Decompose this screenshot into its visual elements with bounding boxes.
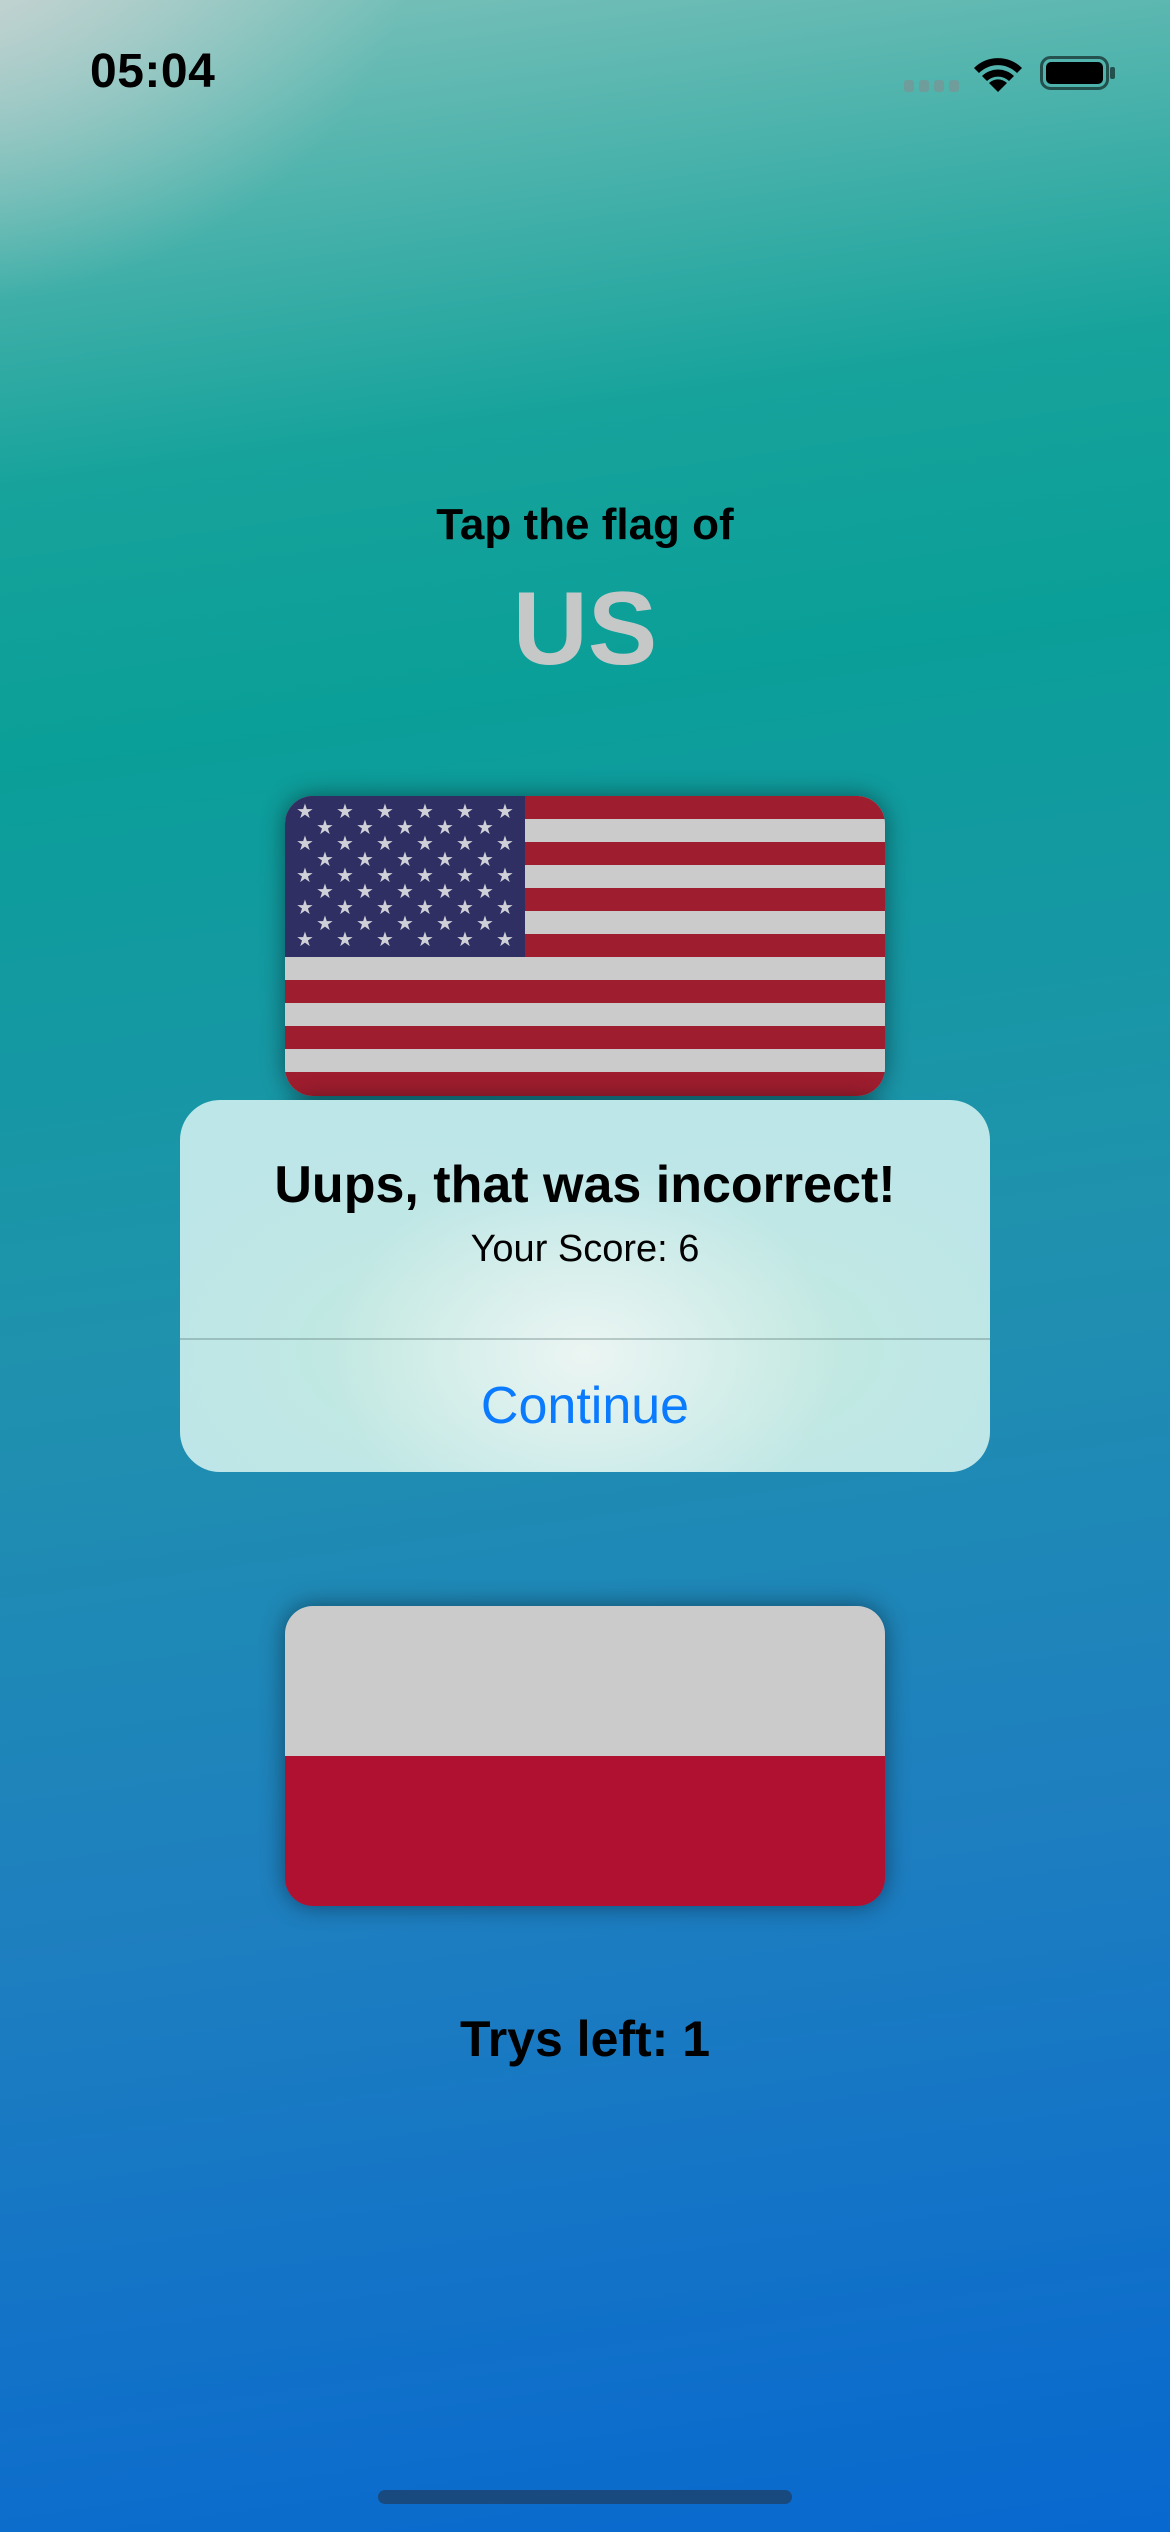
svg-text:★: ★ [336,895,354,919]
svg-text:★: ★ [336,927,354,951]
svg-text:★: ★ [456,927,474,951]
svg-text:★: ★ [496,863,514,887]
svg-text:★: ★ [436,879,454,903]
alert-title: Uups, that was incorrect! [274,1156,896,1214]
quiz-prompt: Tap the flag of [436,500,734,549]
svg-text:★: ★ [476,847,494,871]
score-alert-dialog: Uups, that was incorrect! Your Score: 6 … [180,1100,990,1472]
svg-text:★: ★ [336,863,354,887]
svg-text:★: ★ [336,831,354,855]
alert-score-message: Your Score: 6 [470,1228,700,1270]
svg-text:★: ★ [476,911,494,935]
home-indicator[interactable] [378,2490,792,2504]
svg-text:★: ★ [356,815,374,839]
svg-text:★: ★ [416,927,434,951]
svg-text:★: ★ [296,927,314,951]
svg-text:★: ★ [476,815,494,839]
svg-text:★: ★ [316,911,334,935]
target-country: US [512,571,658,687]
svg-text:★: ★ [296,863,314,887]
svg-text:★: ★ [416,895,434,919]
svg-text:★: ★ [456,863,474,887]
status-bar: 05:04 [0,0,1170,150]
svg-text:★: ★ [396,879,414,903]
svg-text:★: ★ [316,879,334,903]
svg-text:★: ★ [416,831,434,855]
svg-text:★: ★ [396,847,414,871]
svg-text:★: ★ [416,863,434,887]
trys-left-label: Trys left: 1 [459,2011,711,2067]
svg-text:★: ★ [316,847,334,871]
svg-text:★: ★ [496,927,514,951]
svg-text:★: ★ [376,927,394,951]
wifi-icon [974,58,1022,92]
svg-text:★: ★ [376,831,394,855]
svg-text:★: ★ [496,799,514,823]
continue-button[interactable]: Continue [180,1340,990,1472]
svg-text:★: ★ [436,815,454,839]
battery-icon [1040,56,1115,90]
svg-text:★: ★ [436,911,454,935]
svg-text:★: ★ [456,895,474,919]
flag-button-us[interactable]: ★ ★ ★ ★ ★ ★ ★ ★ ★ ★ ★ ★ ★ ★ ★ ★ ★ ★ ★ ★ ★ ★ ★ ★ ★ ★ ★ ★ ★ ★ ★ ★ ★ ★… [285,796,885,1096]
svg-text:★: ★ [476,879,494,903]
svg-text:★: ★ [376,863,394,887]
svg-text:★: ★ [436,847,454,871]
svg-text:★: ★ [356,879,374,903]
svg-text:★: ★ [296,799,314,823]
svg-text:★: ★ [296,895,314,919]
svg-text:★: ★ [456,831,474,855]
svg-text:★: ★ [356,847,374,871]
cellular-signal-icon [904,80,959,92]
us-flag-image: ★ ★ ★ ★ ★ ★ ★ ★ ★ ★ ★ ★ ★ ★ ★ ★ ★ ★ ★ ★ ★ ★ ★ ★ ★ ★ ★ ★ ★ ★ ★ ★ ★ ★… [285,796,885,1096]
svg-text:★: ★ [456,799,474,823]
svg-text:★: ★ [376,799,394,823]
status-time: 05:04 [90,45,216,98]
svg-text:★: ★ [336,799,354,823]
svg-text:★: ★ [376,895,394,919]
svg-text:★: ★ [496,831,514,855]
svg-text:★: ★ [316,815,334,839]
poland-flag-image [285,1606,885,1906]
svg-text:★: ★ [496,895,514,919]
svg-text:★: ★ [356,911,374,935]
svg-text:★: ★ [396,911,414,935]
svg-text:★: ★ [396,815,414,839]
svg-text:★: ★ [296,831,314,855]
svg-text:★: ★ [416,799,434,823]
flag-button-poland[interactable] [285,1606,885,1906]
